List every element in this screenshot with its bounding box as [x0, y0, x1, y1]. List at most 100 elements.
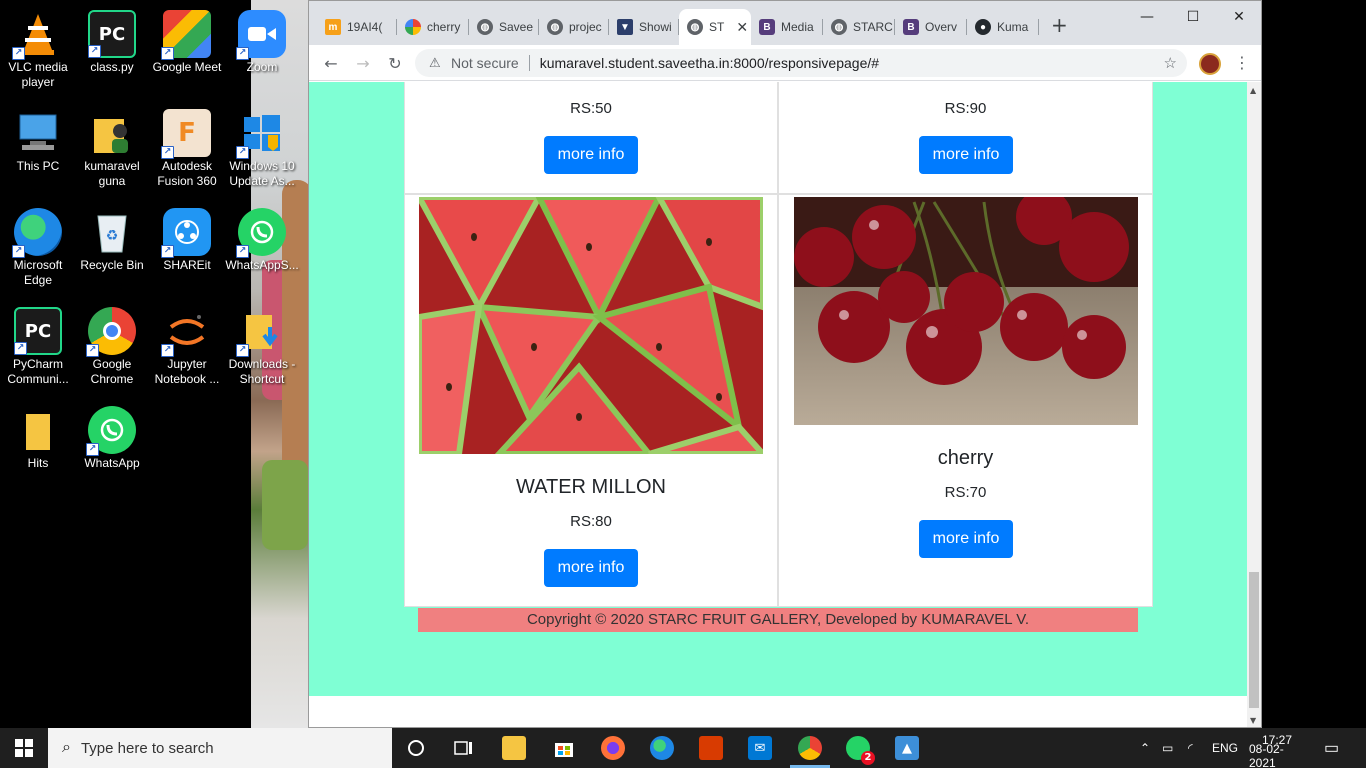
desktop-icon-whatsapp[interactable]: ↗ WhatsApp — [74, 400, 150, 492]
menu-icon[interactable]: ⋮ — [1234, 53, 1250, 72]
bookmark-star-icon[interactable]: ☆ — [1164, 54, 1177, 72]
globe-icon: ◍ — [831, 19, 847, 35]
url-text[interactable]: kumaravel.student.saveetha.in:8000/respo… — [540, 55, 879, 71]
more-info-button[interactable]: more info — [544, 549, 638, 587]
tab-label: STARC — [853, 20, 893, 34]
chrome-icon[interactable] — [798, 736, 822, 760]
scrollbar-thumb[interactable] — [1249, 572, 1259, 708]
desktop-icon-label: PyCharm Communi... — [7, 357, 69, 386]
desktop-icon-label: Downloads - Shortcut — [228, 357, 296, 386]
product-card: RS:50 more info — [404, 82, 778, 194]
cherry-image[interactable] — [794, 197, 1138, 425]
desktop-icon-vlc[interactable]: ↗ VLC media player — [0, 4, 76, 96]
address-bar[interactable]: ⚠ Not secure kumaravel.student.saveetha.… — [415, 49, 1187, 77]
desktop-icon-label: Autodesk Fusion 360 — [157, 159, 217, 188]
office-icon[interactable] — [699, 736, 723, 760]
tab-kumaravel-github[interactable]: ● Kuma — [967, 9, 1039, 45]
photos-icon[interactable]: ▲ — [895, 736, 919, 760]
warning-icon[interactable]: ⚠ — [429, 55, 445, 71]
mail-icon[interactable]: ✉ — [748, 736, 772, 760]
cortana-icon[interactable] — [404, 736, 428, 760]
desktop-icon-whatsapp-shortcut[interactable]: ↗ WhatsAppS... — [224, 202, 300, 294]
firefox-icon[interactable] — [601, 736, 625, 760]
globe-icon: ◍ — [687, 19, 703, 35]
more-info-button[interactable]: more info — [544, 136, 638, 174]
tab-label: ST — [709, 20, 725, 34]
desktop-icon-pycharm[interactable]: PC ↗ PyCharm Communi... — [0, 301, 76, 393]
desktop-icon-zoom[interactable]: ↗ Zoom — [224, 4, 300, 96]
desktop-icon-edge[interactable]: ↗ Microsoft Edge — [0, 202, 76, 294]
github-icon: ● — [975, 19, 991, 35]
tab-saveetha[interactable]: ◍ Savee — [469, 9, 539, 45]
whatsapp-icon[interactable]: 2 — [846, 736, 875, 765]
tab-overview[interactable]: B Overv — [895, 9, 967, 45]
reload-button[interactable]: ↻ — [383, 51, 407, 75]
minimize-button[interactable]: — — [1124, 1, 1170, 33]
clock-date[interactable]: 08-02-2021 — [1249, 742, 1305, 768]
tab-showing[interactable]: ▼ Showi — [609, 9, 679, 45]
desktop-icon-recycle-bin[interactable]: ♻ Recycle Bin — [74, 202, 150, 294]
desktop-icon-windows-update[interactable]: ↗ Windows 10 Update As... — [224, 103, 300, 195]
desktop-icon-label: Google Chrome — [90, 357, 134, 386]
new-tab-button[interactable]: + — [1051, 15, 1068, 35]
tab-starc[interactable]: ◍ STARC — [823, 9, 895, 45]
profile-avatar[interactable] — [1199, 53, 1221, 75]
tab-strip: m 19AI4( cherry ◍ Savee ◍ projec ▼ Showi… — [309, 1, 1261, 45]
more-info-button[interactable]: more info — [919, 136, 1013, 174]
more-info-button[interactable]: more info — [919, 520, 1013, 558]
taskbar: ⌕ Type here to search ✉ 2 ▲ ⌃ ▭ ◜ ENG 17… — [0, 728, 1366, 768]
tab-media[interactable]: B Media — [751, 9, 823, 45]
edge-icon[interactable] — [650, 736, 674, 760]
tab-cherry[interactable]: cherry — [397, 9, 469, 45]
tab-label: Media — [781, 20, 814, 34]
microsoft-store-icon[interactable] — [552, 736, 576, 760]
tab-st-active[interactable]: ◍ ST ✕ — [679, 9, 751, 45]
battery-icon[interactable]: ▭ — [1162, 728, 1173, 768]
desktop-icon-hits-folder[interactable]: Hits — [0, 400, 76, 492]
desktop-icon-this-pc[interactable]: This PC — [0, 103, 76, 195]
security-label[interactable]: Not secure — [451, 55, 519, 71]
product-card-cherry: cherry RS:70 more info — [778, 194, 1153, 607]
vlc-icon: ↗ — [12, 10, 62, 60]
whatsapp-icon: ↗ — [236, 208, 286, 258]
jupyter-icon: ↗ — [161, 307, 211, 357]
desktop-icon-label: Hits — [27, 456, 49, 470]
zoom-icon: ↗ — [236, 10, 286, 60]
close-tab-icon[interactable]: ✕ — [736, 19, 748, 36]
tab-19ai4[interactable]: m 19AI4( — [317, 9, 397, 45]
product-title: cherry — [937, 447, 994, 469]
notifications-icon[interactable]: ▭ — [1324, 728, 1339, 768]
tab-project[interactable]: ◍ projec — [539, 9, 609, 45]
desktop-icon-class-py[interactable]: PC ↗ class.py — [74, 4, 150, 96]
user-folder-icon — [88, 109, 136, 157]
file-explorer-icon[interactable] — [502, 736, 526, 760]
scroll-up-icon[interactable]: ▲ — [1250, 86, 1256, 95]
product-price: RS:80 — [570, 513, 612, 530]
forward-button[interactable]: → — [351, 51, 375, 75]
page-scrollbar[interactable]: ▲ ▼ — [1247, 82, 1261, 727]
watermelon-image[interactable] — [419, 197, 763, 454]
start-button[interactable] — [0, 728, 48, 768]
globe-icon: ◍ — [477, 19, 493, 35]
google-icon — [405, 19, 421, 35]
back-button[interactable]: ← — [319, 51, 343, 75]
wifi-icon[interactable]: ◜ — [1188, 728, 1193, 768]
desktop-icon-google-meet[interactable]: ↗ Google Meet — [149, 4, 225, 96]
close-window-button[interactable]: ✕ — [1216, 1, 1262, 33]
product-title: WATER MILLON — [515, 476, 666, 498]
desktop-icon-user-folder[interactable]: kumaravel guna — [74, 103, 150, 195]
desktop-icon-jupyter[interactable]: ↗ Jupyter Notebook ... — [149, 301, 225, 393]
show-hidden-icons[interactable]: ⌃ — [1140, 728, 1150, 768]
desktop-icon-downloads[interactable]: ↗ Downloads - Shortcut — [224, 301, 300, 393]
task-view-icon[interactable] — [452, 736, 476, 760]
desktop-icon-chrome[interactable]: ↗ Google Chrome — [74, 301, 150, 393]
google-meet-icon: ↗ — [161, 10, 211, 60]
taskbar-search[interactable]: ⌕ Type here to search — [48, 728, 392, 768]
desktop-icon-label: Microsoft Edge — [13, 258, 63, 287]
maximize-button[interactable]: ☐ — [1170, 1, 1216, 33]
scroll-down-icon[interactable]: ▼ — [1250, 716, 1256, 725]
fusion-360-icon: F ↗ — [161, 109, 211, 159]
desktop-icon-shareit[interactable]: ↗ SHAREit — [149, 202, 225, 294]
desktop-icon-fusion-360[interactable]: F ↗ Autodesk Fusion 360 — [149, 103, 225, 195]
language-indicator[interactable]: ENG — [1212, 728, 1238, 768]
